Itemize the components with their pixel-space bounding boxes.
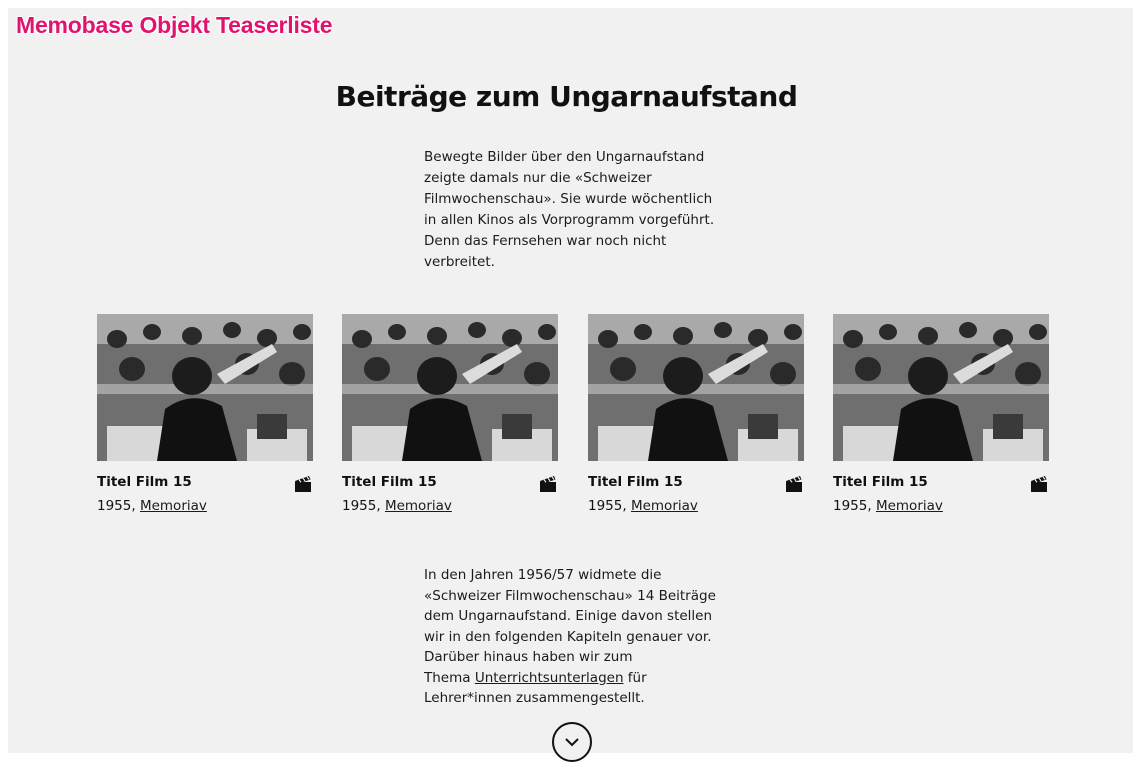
card-meta: 1955, Memoriav (588, 498, 698, 514)
body-line: wir in den folgenden Kapiteln genauer vo… (424, 628, 712, 645)
card-title[interactable]: Titel Film 15 (342, 474, 437, 490)
film-clapper-icon (295, 476, 311, 492)
card-source-link[interactable]: Memoriav (876, 498, 943, 514)
film-clapper-icon (786, 476, 802, 492)
intro-line: in allen Kinos als Vorprogramm vorgeführ… (424, 212, 715, 228)
chevron-down-icon (565, 738, 579, 747)
film-still-image[interactable] (342, 314, 558, 461)
body-line-suffix: für (623, 669, 647, 686)
body-line: dem Ungarnaufstand. Einige davon stellen (424, 608, 713, 624)
intro-line: Bewegte Bilder über den Ungarnaufstand (424, 149, 705, 165)
card-source-link[interactable]: Memoriav (140, 498, 207, 514)
teaser-card[interactable]: Titel Film 15 1955, Memoriav (342, 314, 558, 514)
film-still-image[interactable] (97, 314, 313, 461)
body-paragraph: In den Jahren 1956/57 widmete die «Schwe… (424, 565, 729, 709)
card-meta: 1955, Memoriav (833, 498, 943, 514)
card-title[interactable]: Titel Film 15 (588, 474, 683, 490)
body-line: Lehrer*innen zusammengestellt. (424, 690, 645, 706)
card-title[interactable]: Titel Film 15 (97, 474, 192, 490)
teaser-card[interactable]: Titel Film 15 1955, Memoriav (833, 314, 1049, 514)
body-line: «Schweizer Filmwochenschau» 14 Beiträge (424, 587, 716, 604)
teaching-materials-link[interactable]: Unterrichtsunterlagen (475, 670, 624, 686)
intro-line: Denn das Fernsehen war noch nicht (424, 233, 667, 249)
page-title: Beiträge zum Ungarnaufstand (335, 80, 798, 113)
card-year: 1955, (97, 498, 140, 514)
intro-line: Filmwochenschau». Sie wurde wöchentlich (424, 191, 713, 207)
card-title[interactable]: Titel Film 15 (833, 474, 928, 490)
film-clapper-icon (1031, 476, 1047, 492)
card-year: 1955, (342, 498, 385, 514)
card-source-link[interactable]: Memoriav (631, 498, 698, 514)
card-source-link[interactable]: Memoriav (385, 498, 452, 514)
card-year: 1955, (588, 498, 631, 514)
intro-line: zeigte damals nur die «Schweizer (424, 170, 652, 186)
card-meta: 1955, Memoriav (97, 498, 207, 514)
film-still-image[interactable] (833, 314, 1049, 461)
body-line-prefix: Thema (424, 669, 475, 686)
film-still-image[interactable] (588, 314, 804, 461)
intro-line: verbreitet. (424, 254, 495, 270)
card-meta: 1955, Memoriav (342, 498, 452, 514)
intro-paragraph: Bewegte Bilder über den Ungarnaufstand z… (424, 147, 729, 273)
scroll-down-button[interactable] (552, 722, 592, 762)
teaser-card[interactable]: Titel Film 15 1955, Memoriav (588, 314, 804, 514)
teaser-card[interactable]: Titel Film 15 1955, Memoriav (97, 314, 313, 514)
body-line: In den Jahren 1956/57 widmete die (424, 567, 662, 583)
component-label: Memobase Objekt Teaserliste (16, 12, 333, 38)
card-year: 1955, (833, 498, 876, 514)
film-clapper-icon (540, 476, 556, 492)
body-line: Darüber hinaus haben wir zum (424, 649, 633, 665)
